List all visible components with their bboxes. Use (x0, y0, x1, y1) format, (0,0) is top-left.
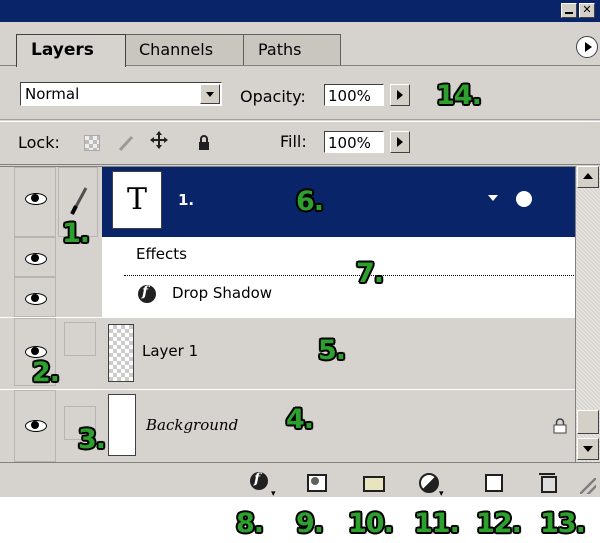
annotation-7: 7. (356, 258, 384, 289)
chevron-down-icon: ▾ (439, 489, 444, 499)
annotation-3: 3. (78, 424, 106, 455)
collapse-triangle-icon[interactable] (488, 195, 498, 201)
layer-name[interactable]: Layer 1 (142, 342, 198, 360)
lock-transparency-icon[interactable] (84, 135, 100, 151)
close-button[interactable]: ✕ (579, 3, 595, 18)
layer-style-icon (250, 471, 268, 490)
resize-grip-icon[interactable] (580, 478, 596, 494)
eye-icon[interactable] (25, 192, 47, 205)
palette-tab-bar: Layers Channels Paths (0, 22, 600, 67)
scroll-up-button[interactable] (577, 166, 599, 188)
tab-channels[interactable]: Channels (124, 34, 244, 66)
text-layer-thumbnail: T (112, 171, 162, 229)
add-layer-style-button[interactable]: ▾ (250, 471, 276, 499)
layer-name[interactable]: Background (146, 416, 238, 434)
blend-mode-select[interactable]: Normal (20, 82, 222, 106)
palette-bottom-toolbar: ▾ ▾ (0, 462, 600, 499)
visibility-cell[interactable] (14, 167, 56, 237)
opacity-slider-button[interactable] (390, 84, 410, 106)
create-new-layer-button[interactable] (482, 471, 503, 492)
link-cell[interactable] (64, 322, 96, 356)
visibility-cell[interactable] (14, 277, 56, 317)
scroll-thumb[interactable] (577, 410, 599, 434)
tab-paths[interactable]: Paths (243, 34, 341, 66)
palette-title-bar[interactable]: ✕ (0, 0, 600, 22)
annotation-13: 13. (540, 508, 586, 539)
blend-options-row: Normal Opacity: (0, 66, 600, 120)
drop-shadow-effect-icon (138, 284, 156, 303)
eye-icon[interactable] (25, 292, 47, 305)
effects-group: Effects Drop Shadow (102, 237, 575, 317)
fill-slider-button[interactable] (390, 131, 410, 153)
eye-icon[interactable] (25, 419, 47, 432)
chevron-down-icon[interactable] (200, 84, 220, 104)
effect-item-drop-shadow[interactable]: Drop Shadow (172, 284, 272, 302)
new-layer-set-folder-button[interactable] (362, 471, 385, 492)
annotation-5: 5. (318, 335, 346, 366)
lock-all-padlock-icon[interactable] (196, 135, 212, 151)
add-layer-mask-button[interactable] (305, 471, 327, 492)
eye-icon[interactable] (25, 252, 47, 265)
lock-position-move-icon[interactable] (150, 130, 168, 149)
layer-row-text[interactable]: T 1. (102, 167, 575, 237)
palette-menu-icon[interactable] (576, 36, 598, 58)
tab-layers[interactable]: Layers (16, 34, 126, 67)
annotation-1: 1. (62, 218, 90, 249)
annotation-9: 9. (296, 508, 324, 539)
lock-row: Lock: Fill: (0, 121, 600, 165)
layer-row-layer-1[interactable]: Layer 1 (0, 317, 575, 387)
effects-divider (124, 275, 574, 276)
lock-label: Lock: (18, 133, 60, 152)
scroll-down-button[interactable] (577, 438, 599, 460)
background-thumbnail (108, 394, 136, 456)
opacity-label: Opacity: (240, 87, 306, 106)
annotation-10: 10. (348, 508, 394, 539)
fill-label: Fill: (280, 132, 307, 151)
minimize-button[interactable] (561, 3, 577, 18)
visibility-cell[interactable] (14, 237, 56, 277)
annotation-11: 11. (414, 508, 460, 539)
chevron-down-icon: ▾ (271, 489, 276, 499)
vertical-scrollbar[interactable] (575, 166, 600, 462)
layer-1-thumbnail (108, 324, 134, 382)
link-cell[interactable] (58, 237, 98, 317)
annotation-12: 12. (476, 508, 522, 539)
new-fill-adjustment-layer-button[interactable]: ▾ (418, 471, 444, 499)
eye-icon[interactable] (25, 345, 47, 358)
fill-field[interactable]: 100% (324, 131, 384, 153)
blend-mode-value: Normal (25, 85, 80, 103)
visibility-cell[interactable] (14, 390, 56, 462)
layer-name[interactable]: 1. (178, 191, 194, 209)
delete-layer-trash-button[interactable] (538, 471, 558, 493)
annotation-8: 8. (236, 508, 264, 539)
lock-icon (553, 418, 567, 434)
annotation-4: 4. (286, 404, 314, 435)
opacity-field[interactable]: 100% (324, 84, 384, 106)
annotation-14: 14. (436, 80, 482, 111)
annotation-2: 2. (32, 357, 60, 388)
annotation-6: 6. (296, 186, 324, 217)
lock-image-brush-icon[interactable] (118, 135, 134, 152)
layer-style-indicator-icon (516, 191, 532, 207)
paintbrush-icon (70, 187, 88, 215)
effects-header[interactable]: Effects (136, 245, 187, 263)
